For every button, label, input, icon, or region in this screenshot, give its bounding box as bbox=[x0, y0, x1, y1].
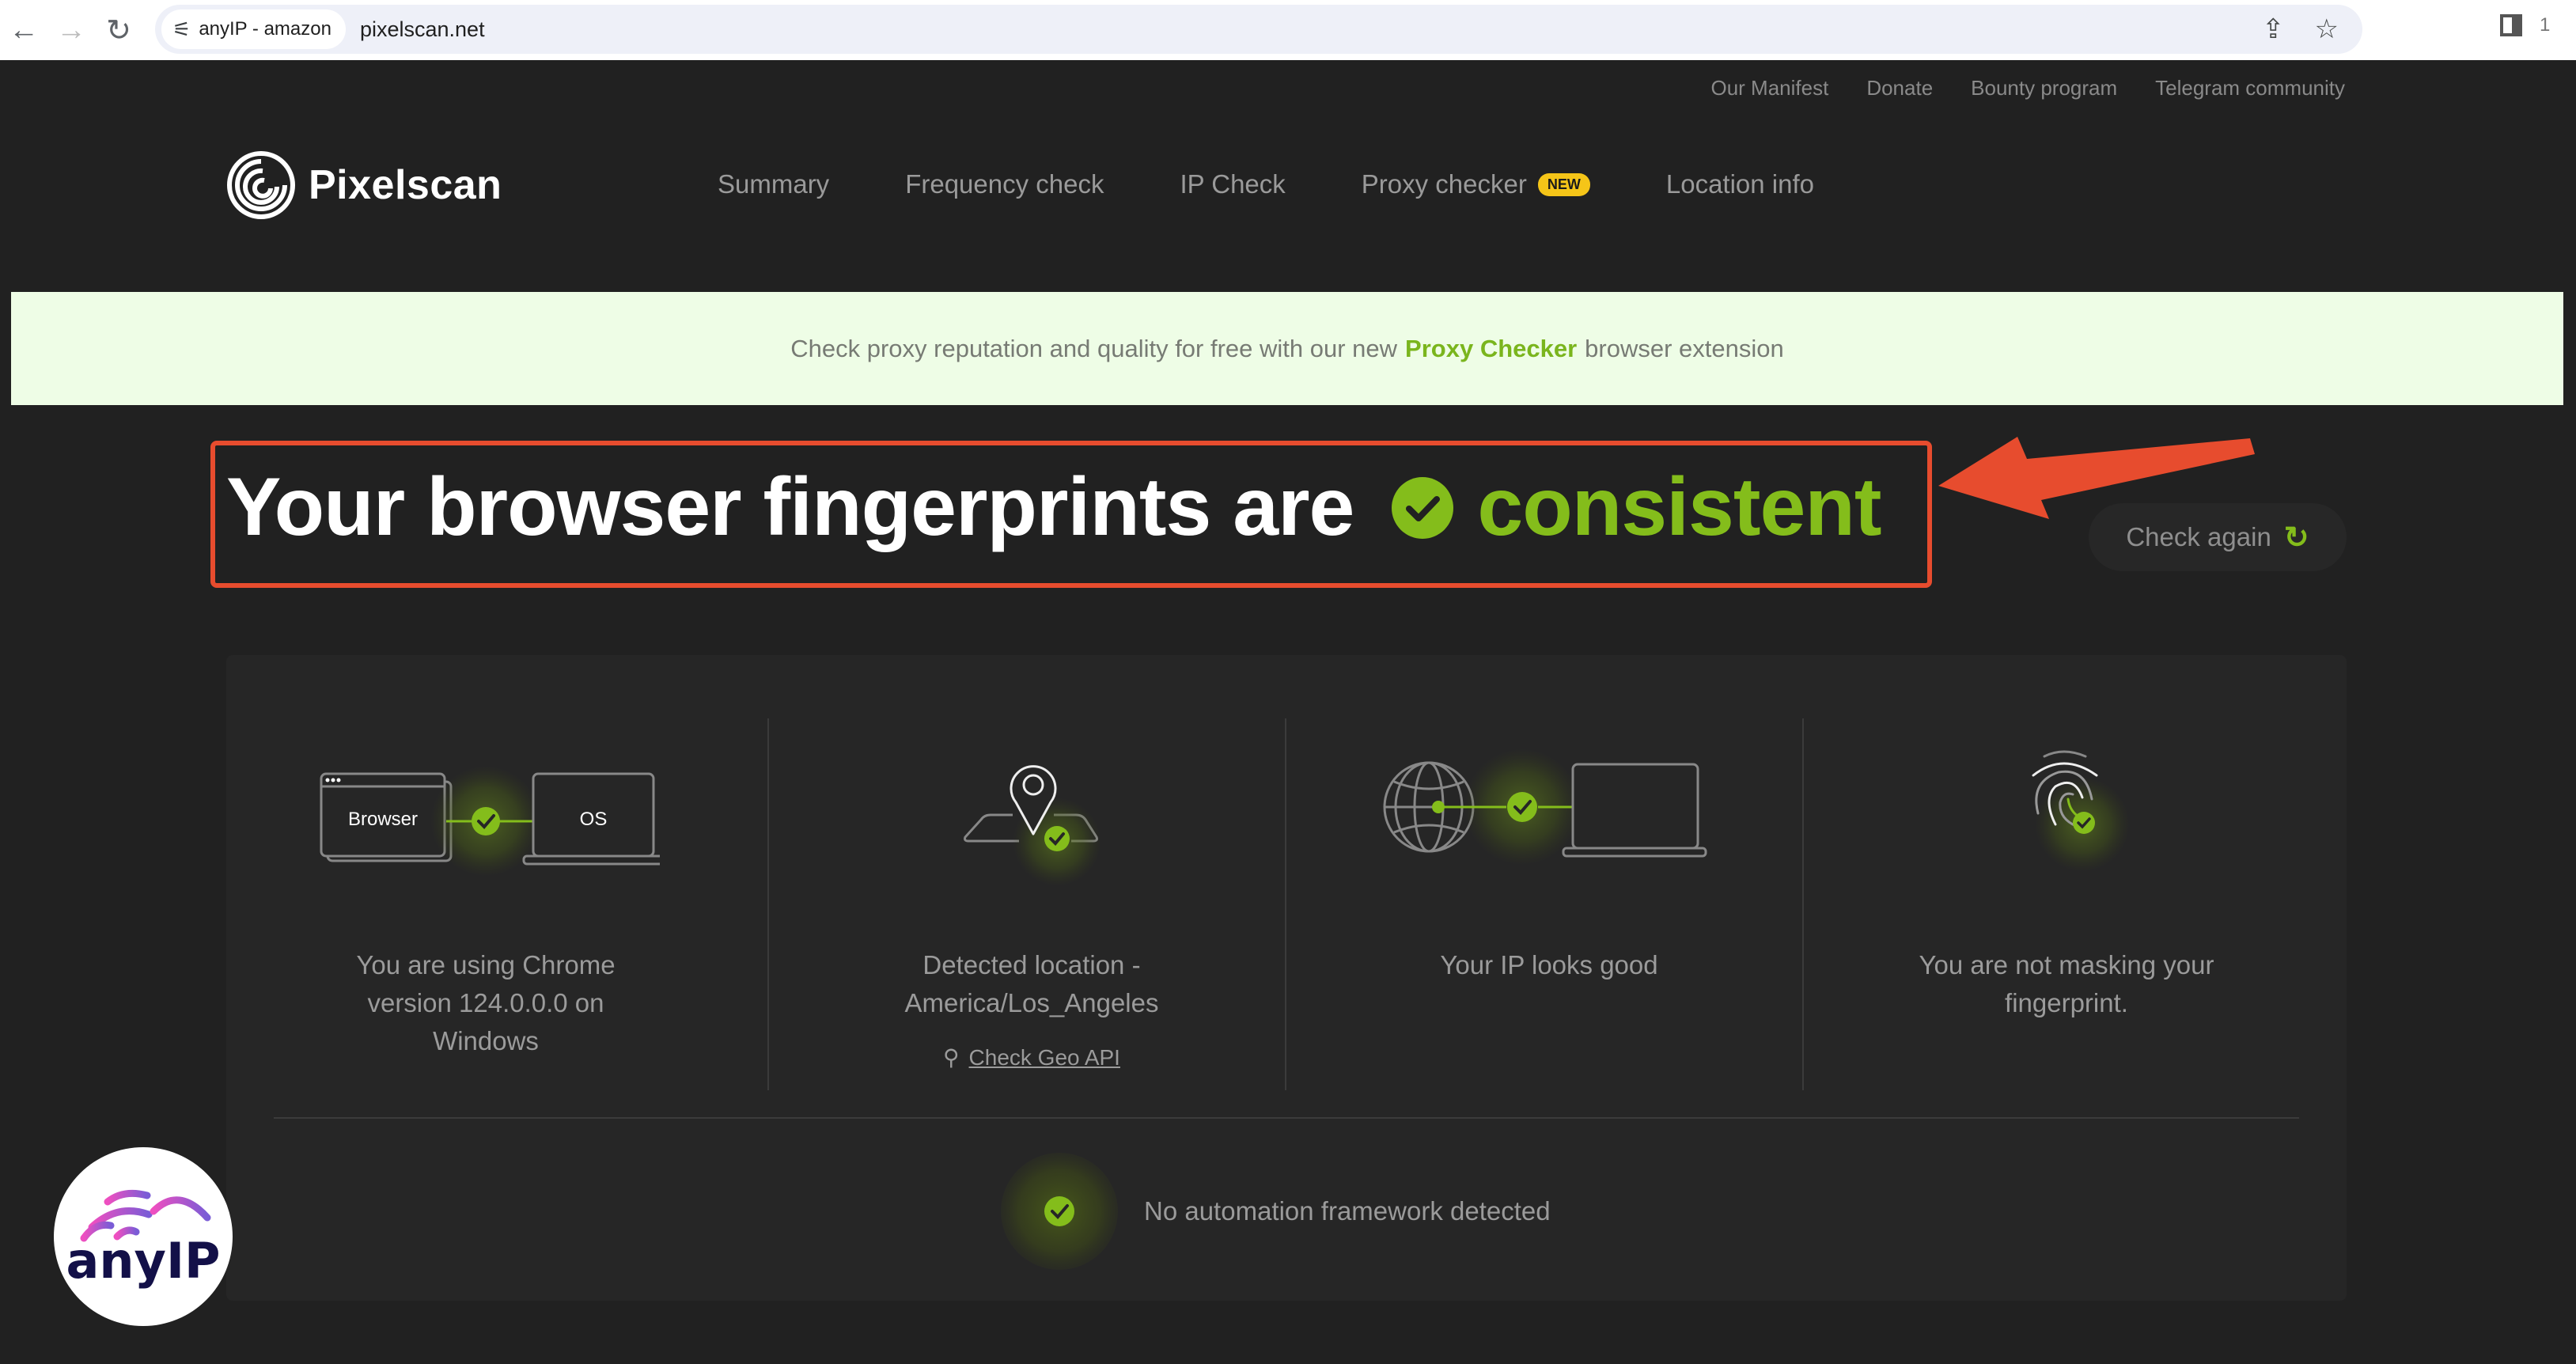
anyip-watermark: anyIP bbox=[54, 1147, 233, 1326]
ip-text: Your IP looks good bbox=[1440, 950, 1658, 979]
check-automation: No automation framework detected bbox=[1000, 1152, 1551, 1271]
check-browser-os: Browser OS You are using Chrome version … bbox=[226, 718, 745, 1090]
link-telegram-community[interactable]: Telegram community bbox=[2155, 76, 2345, 100]
check-location: Detected location - America/Los_Angeles … bbox=[772, 718, 1291, 1090]
nav-frequency-check-label: Frequency check bbox=[905, 169, 1104, 199]
nav-location-info[interactable]: Location info bbox=[1666, 169, 1814, 199]
side-panel-icon[interactable] bbox=[2500, 14, 2522, 36]
nav-ip-check[interactable]: IP Check bbox=[1180, 169, 1285, 199]
url-text[interactable]: pixelscan.net bbox=[360, 17, 485, 42]
reload-icon: ↻ bbox=[106, 13, 131, 47]
arrow-left-icon: ← bbox=[9, 13, 39, 47]
main-nav: Summary Frequency check IP Check Proxy c… bbox=[718, 169, 1814, 199]
fingerprint-text: You are not masking your fingerprint. bbox=[1919, 950, 2214, 1017]
os-label: OS bbox=[580, 809, 608, 830]
address-bar[interactable]: ⚟ anyIP - amazon pixelscan.net ⇪ ☆ bbox=[155, 5, 2362, 54]
ip-illustration-icon bbox=[1383, 748, 1707, 866]
site-info-chip[interactable]: ⚟ anyIP - amazon bbox=[161, 9, 346, 49]
promo-banner: Check proxy reputation and quality for f… bbox=[11, 292, 2563, 405]
location-illustration-icon bbox=[964, 765, 1101, 885]
browser-label: Browser bbox=[348, 809, 418, 830]
top-links: Our Manifest Donate Bounty program Teleg… bbox=[1710, 76, 2345, 100]
check-geo-api-link[interactable]: ⚲ Check Geo API bbox=[943, 1044, 1120, 1070]
nav-summary-label: Summary bbox=[718, 169, 830, 199]
nav-proxy-checker-label: Proxy checker bbox=[1361, 169, 1527, 199]
forward-button[interactable]: → bbox=[47, 6, 95, 54]
map-pin-icon: ⚲ bbox=[943, 1045, 960, 1070]
column-divider bbox=[767, 718, 769, 1090]
column-divider bbox=[1802, 718, 1804, 1090]
proxy-checker-link[interactable]: Proxy Checker bbox=[1405, 335, 1577, 363]
reload-button[interactable]: ↻ bbox=[95, 6, 142, 54]
tune-icon: ⚟ bbox=[172, 17, 191, 41]
bookmark-star-icon[interactable]: ☆ bbox=[2315, 13, 2339, 45]
pixelscan-logo[interactable]: Pixelscan bbox=[226, 150, 502, 220]
location-text: Detected location - America/Los_Angeles bbox=[904, 950, 1159, 1017]
browser-toolbar: ← → ↻ ⚟ anyIP - amazon pixelscan.net ⇪ ☆… bbox=[0, 0, 2576, 60]
new-badge: NEW bbox=[1537, 172, 1590, 196]
fingerprint-illustration-icon bbox=[2032, 750, 2130, 872]
nav-ip-check-label: IP Check bbox=[1180, 169, 1286, 199]
headline-prefix: Your browser fingerprints are bbox=[226, 461, 1354, 553]
check-geo-api-label: Check Geo API bbox=[968, 1044, 1120, 1070]
share-icon[interactable]: ⇪ bbox=[2262, 13, 2285, 45]
link-donate[interactable]: Donate bbox=[1866, 76, 1933, 100]
anyip-logo-icon: anyIP bbox=[66, 1189, 221, 1290]
site-chip-label: anyIP - amazon bbox=[199, 18, 331, 40]
pixelscan-logo-icon bbox=[227, 151, 295, 219]
nav-frequency-check[interactable]: Frequency check bbox=[905, 169, 1104, 199]
check-again-button[interactable]: Check again ↻ bbox=[2089, 503, 2347, 571]
arrow-right-icon: → bbox=[56, 13, 86, 47]
tab-count: 1 bbox=[2540, 14, 2551, 36]
check-circle-icon bbox=[1392, 476, 1454, 539]
nav-proxy-checker[interactable]: Proxy checker NEW bbox=[1362, 169, 1590, 199]
banner-suffix: browser extension bbox=[1585, 334, 1784, 362]
banner-prefix: Check proxy reputation and quality for f… bbox=[790, 334, 1398, 362]
section-divider bbox=[274, 1117, 2299, 1119]
results-panel: Browser OS You are using Chrome version … bbox=[226, 655, 2347, 1301]
result-headline: Your browser fingerprints are consistent bbox=[226, 460, 1881, 555]
browser-os-illustration-icon: Browser OS bbox=[320, 766, 660, 877]
brand-name: Pixelscan bbox=[309, 162, 502, 208]
check-fingerprint-masking: You are not masking your fingerprint. bbox=[1807, 718, 2326, 1090]
column-divider bbox=[1285, 718, 1286, 1090]
browser-os-text: You are using Chrome version 124.0.0.0 o… bbox=[356, 950, 616, 1055]
link-our-manifest[interactable]: Our Manifest bbox=[1710, 76, 1828, 100]
nav-location-info-label: Location info bbox=[1665, 169, 1814, 199]
nav-summary[interactable]: Summary bbox=[718, 169, 829, 199]
back-button[interactable]: ← bbox=[0, 6, 47, 54]
anyip-label: anyIP bbox=[66, 1232, 221, 1290]
refresh-icon: ↻ bbox=[2283, 521, 2309, 555]
automation-check-icon bbox=[1001, 1153, 1118, 1270]
check-again-label: Check again bbox=[2126, 522, 2271, 551]
link-bounty-program[interactable]: Bounty program bbox=[1971, 76, 2117, 100]
check-ip: Your IP looks good bbox=[1290, 718, 1809, 1090]
status-consistent: consistent bbox=[1477, 461, 1881, 553]
automation-text: No automation framework detected bbox=[1144, 1196, 1551, 1226]
